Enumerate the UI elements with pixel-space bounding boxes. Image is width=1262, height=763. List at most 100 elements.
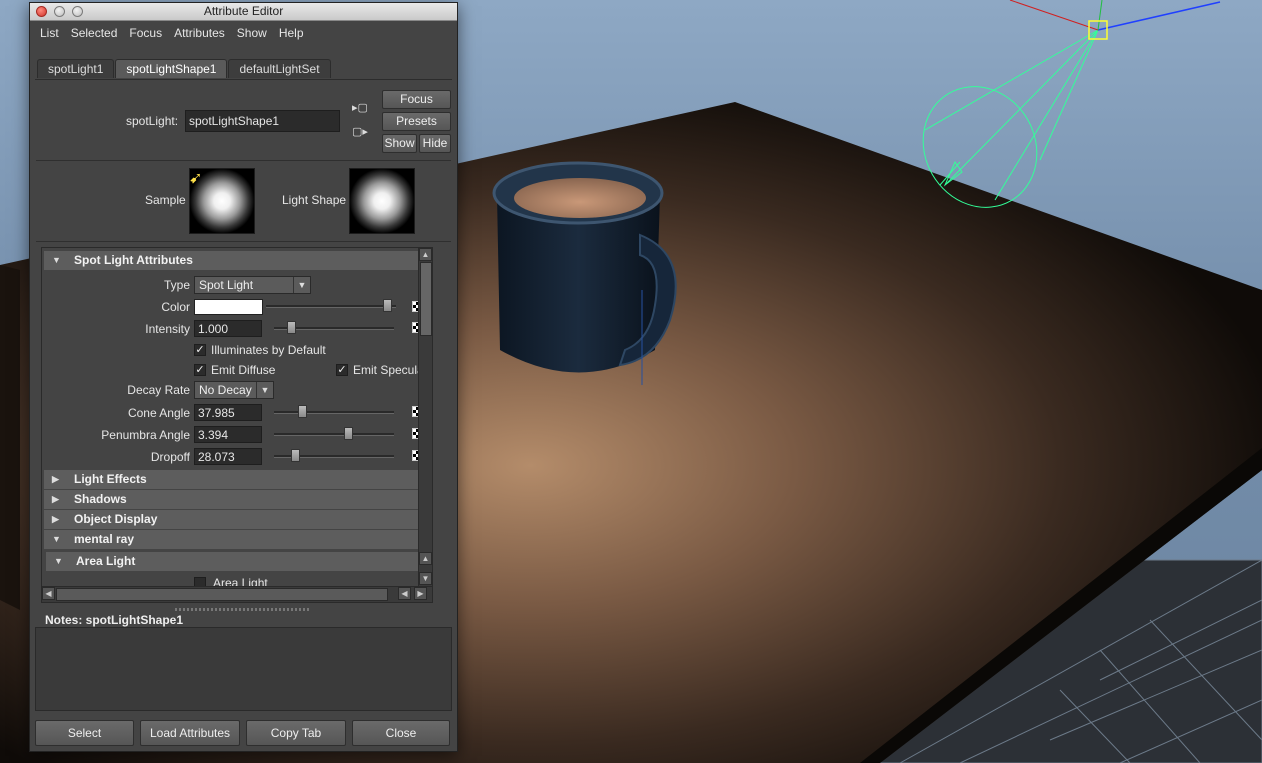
emit-specular-label: Emit Specular	[353, 363, 428, 377]
load-attributes-button[interactable]: Load Attributes	[140, 720, 240, 746]
scroll-up-icon[interactable]: ▲	[419, 248, 432, 261]
penumbra-angle-label: Penumbra Angle	[101, 428, 190, 442]
attribute-vertical-scrollbar[interactable]: ▲	[418, 248, 432, 593]
penumbra-angle-input[interactable]: 3.394	[194, 426, 262, 443]
menu-focus[interactable]: Focus	[123, 26, 168, 40]
emit-specular-checkbox[interactable]: ✓	[336, 364, 348, 376]
close-button[interactable]: Close	[352, 720, 450, 746]
window-minimize-icon[interactable]	[54, 6, 65, 17]
scroll-right-icon[interactable]: ▶	[414, 587, 427, 600]
intensity-slider-thumb[interactable]	[287, 321, 297, 334]
collapse-arrow-icon[interactable]: ▼	[54, 552, 63, 571]
menu-list[interactable]: List	[34, 26, 65, 40]
tab-spotlightshape1[interactable]: spotLightShape1	[115, 59, 228, 78]
output-connections-icon[interactable]: ▢▸	[352, 125, 368, 138]
illuminates-label: Illuminates by Default	[211, 343, 326, 357]
menu-show[interactable]: Show	[231, 26, 273, 40]
cone-angle-label: Cone Angle	[127, 406, 190, 420]
tab-defaultlightset[interactable]: defaultLightSet	[228, 59, 331, 78]
node-name-field[interactable]: spotLightShape1	[185, 110, 340, 132]
axis-x	[1009, 0, 1099, 31]
menu-help[interactable]: Help	[273, 26, 310, 40]
pane-resize-grip[interactable]	[175, 608, 310, 611]
type-label: Type	[163, 278, 190, 292]
penumbra-angle-slider[interactable]	[274, 427, 394, 440]
select-button[interactable]: Select	[35, 720, 134, 746]
chevron-down-icon: ▼	[256, 382, 273, 398]
decay-rate-label: Decay Rate	[127, 383, 190, 397]
color-swatch[interactable]	[194, 299, 263, 315]
hide-button[interactable]: Hide	[419, 134, 451, 153]
illuminates-checkbox[interactable]: ✓	[194, 344, 206, 356]
horizontal-scrollbar-thumb[interactable]	[56, 588, 388, 601]
dropoff-input[interactable]: 28.073	[194, 448, 262, 465]
sample-label: Sample	[145, 193, 186, 207]
axis-z	[1097, 1, 1221, 31]
section-light-effects[interactable]: ▶ Light Effects	[44, 470, 430, 489]
intensity-label: Intensity	[145, 322, 190, 336]
penumbra-angle-slider-thumb[interactable]	[343, 427, 353, 440]
title-bar[interactable]: Attribute Editor	[30, 3, 457, 21]
scroll-left-icon[interactable]: ◀	[398, 587, 411, 600]
attribute-editor-window: Attribute Editor List Selected Focus Att…	[29, 2, 458, 752]
axis-y	[1097, 0, 1103, 31]
copy-tab-button[interactable]: Copy Tab	[246, 720, 346, 746]
section-spot-light-attributes[interactable]: ▼ Spot Light Attributes	[44, 251, 430, 270]
cone-angle-slider[interactable]	[274, 405, 394, 418]
section-mental-ray[interactable]: ▼ mental ray	[44, 530, 430, 549]
horizontal-scrollbar[interactable]: ◀ ◀ ▶	[41, 586, 433, 603]
cone-angle-input[interactable]: 37.985	[194, 404, 262, 421]
intensity-input[interactable]: 1.000	[194, 320, 262, 337]
cone-angle-slider-thumb[interactable]	[298, 405, 308, 418]
emit-diffuse-label: Emit Diffuse	[211, 363, 276, 377]
focus-button[interactable]: Focus	[382, 90, 451, 109]
node-tabs: spotLight1 spotLightShape1 defaultLightS…	[37, 59, 332, 78]
notes-label: Notes: spotLightShape1	[45, 613, 184, 627]
scroll-up-icon[interactable]: ▲	[419, 552, 432, 565]
decay-rate-value: No Decay	[199, 383, 252, 397]
coffee-mug	[492, 161, 677, 385]
table-left-edge	[0, 265, 20, 610]
menu-bar: List Selected Focus Attributes Show Help	[30, 21, 457, 45]
scroll-left-icon[interactable]: ◀	[42, 587, 55, 600]
expand-arrow-icon[interactable]: ▶	[52, 510, 59, 529]
input-connections-icon[interactable]: ▸▢	[352, 101, 368, 114]
show-button[interactable]: Show	[382, 134, 417, 153]
collapse-arrow-icon[interactable]: ▼	[52, 251, 61, 270]
dropoff-slider-thumb[interactable]	[290, 449, 300, 462]
window-title: Attribute Editor	[203, 4, 284, 18]
color-slider[interactable]	[266, 299, 396, 312]
type-dropdown[interactable]: Spot Light ▼	[194, 276, 311, 294]
decay-rate-dropdown[interactable]: No Decay ▼	[194, 381, 274, 399]
scroll-down-icon[interactable]: ▼	[419, 572, 432, 585]
section-area-light[interactable]: ▼ Area Light	[46, 552, 426, 571]
expand-arrow-icon[interactable]: ▶	[52, 470, 59, 489]
swatch-area: Sample ➹ Light Shape	[36, 160, 451, 242]
section-object-display[interactable]: ▶ Object Display	[44, 510, 430, 529]
light-shape-label: Light Shape	[282, 193, 347, 207]
intensity-slider[interactable]	[274, 321, 394, 334]
notes-textarea[interactable]	[35, 627, 452, 711]
collapse-arrow-icon[interactable]: ▼	[52, 530, 61, 549]
color-slider-thumb[interactable]	[383, 299, 393, 312]
menu-selected[interactable]: Selected	[65, 26, 124, 40]
emit-diffuse-checkbox[interactable]: ✓	[194, 364, 206, 376]
type-dropdown-value: Spot Light	[199, 278, 254, 292]
menu-attributes[interactable]: Attributes	[168, 26, 231, 40]
area-light-scrollbar[interactable]: ▲ ▼	[418, 552, 432, 590]
color-label: Color	[161, 300, 190, 314]
node-header: spotLight: spotLightShape1 ▸▢ ▢▸ Focus P…	[36, 83, 451, 159]
expand-arrow-icon[interactable]: ▶	[52, 490, 59, 509]
node-type-label: spotLight:	[126, 114, 179, 128]
presets-button[interactable]: Presets	[382, 112, 451, 131]
pointer-cursor-icon: ➹	[189, 170, 203, 187]
scrollbar-thumb[interactable]	[420, 262, 432, 336]
tab-divider	[35, 79, 452, 80]
window-maximize-icon[interactable]	[72, 6, 83, 17]
section-shadows[interactable]: ▶ Shadows	[44, 490, 430, 509]
window-close-icon[interactable]	[36, 6, 47, 17]
tab-spotlight1[interactable]: spotLight1	[37, 59, 115, 78]
light-shape-swatch[interactable]	[349, 168, 415, 234]
attribute-panel[interactable]: ▼ Spot Light Attributes Type Spot Light …	[41, 247, 433, 594]
dropoff-slider[interactable]	[274, 449, 394, 462]
